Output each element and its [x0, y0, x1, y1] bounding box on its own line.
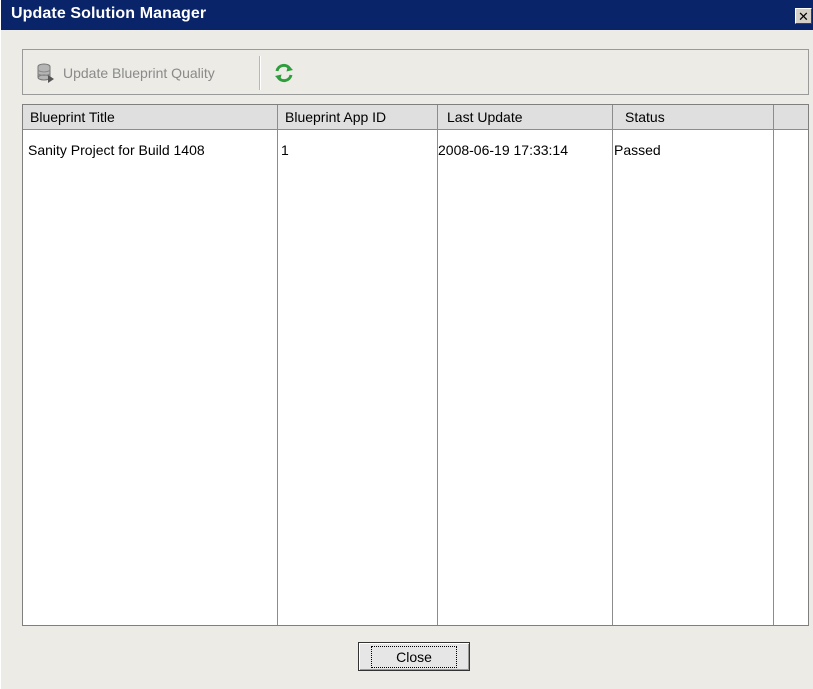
close-icon: ✕	[798, 8, 809, 24]
update-blueprint-quality-button[interactable]: Update Blueprint Quality	[37, 62, 215, 84]
cell-status: Passed	[614, 142, 661, 158]
close-window-button[interactable]: ✕	[795, 8, 812, 24]
column-divider	[612, 130, 613, 625]
close-button-label: Close	[371, 645, 457, 668]
title-bar[interactable]: Update Solution Manager ✕	[1, 0, 813, 30]
toolbar: Update Blueprint Quality	[22, 49, 809, 95]
column-header-blueprint-app-id[interactable]: Blueprint App ID	[278, 105, 438, 130]
toolbar-separator	[259, 56, 261, 90]
column-divider	[773, 130, 774, 625]
update-solution-manager-dialog: Update Solution Manager ✕ Update Bluepri…	[0, 0, 813, 689]
close-button[interactable]: Close	[358, 642, 470, 671]
window-title: Update Solution Manager	[11, 5, 207, 22]
cell-last-update: 2008-06-19 17:33:14	[438, 142, 568, 158]
column-divider	[437, 130, 438, 625]
database-update-icon	[37, 63, 54, 83]
update-blueprint-quality-label: Update Blueprint Quality	[63, 65, 215, 81]
refresh-icon[interactable]	[273, 62, 295, 84]
blueprint-table: Blueprint Title Blueprint App ID Last Up…	[22, 104, 809, 626]
column-divider	[277, 130, 278, 625]
column-header-status[interactable]: Status	[613, 105, 774, 130]
header-filler	[774, 105, 808, 130]
cell-blueprint-app-id: 1	[281, 142, 289, 158]
cell-blueprint-title: Sanity Project for Build 1408	[28, 142, 205, 158]
column-header-blueprint-title[interactable]: Blueprint Title	[23, 105, 278, 130]
column-header-last-update[interactable]: Last Update	[438, 105, 613, 130]
